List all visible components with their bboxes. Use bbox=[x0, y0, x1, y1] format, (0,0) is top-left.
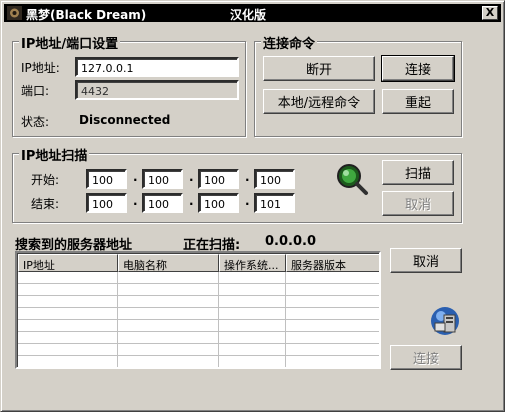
column-computer-name[interactable]: 电脑名称 bbox=[118, 254, 219, 272]
scan-button[interactable]: 扫描 bbox=[382, 160, 454, 185]
end-ip-octet-1[interactable]: 100 bbox=[86, 193, 127, 213]
start-ip-sep-3: . bbox=[245, 170, 250, 184]
server-list-header: IP地址 电脑名称 操作系统... 服务器版本 bbox=[18, 254, 379, 272]
magnifier-scan-icon bbox=[337, 164, 368, 195]
scan-cancel-button[interactable]: 取消 bbox=[382, 191, 454, 216]
status-value: Disconnected bbox=[79, 113, 171, 127]
ip-port-settings-group: IP地址/端口设置 IP地址: 127.0.0.1 端口: 4432 状态: D… bbox=[12, 33, 246, 137]
server-list[interactable]: IP地址 电脑名称 操作系统... 服务器版本 bbox=[15, 251, 381, 369]
ip-address-field[interactable]: 127.0.0.1 bbox=[75, 57, 239, 77]
end-ip-sep-3: . bbox=[245, 194, 250, 208]
scanning-ip-value: 0.0.0.0 bbox=[265, 234, 316, 249]
start-ip-octet-4[interactable]: 100 bbox=[254, 169, 295, 189]
end-ip-sep-2: . bbox=[189, 194, 194, 208]
column-server-version[interactable]: 服务器版本 bbox=[286, 254, 379, 272]
start-ip-octet-3[interactable]: 100 bbox=[198, 169, 239, 189]
ip-label: IP地址: bbox=[21, 61, 60, 75]
app-window: 黑梦(Black Dream) 汉化版 X IP地址/端口设置 IP地址: 12… bbox=[0, 0, 505, 412]
restart-button[interactable]: 重起 bbox=[382, 89, 454, 114]
window-title: 黑梦(Black Dream) bbox=[26, 8, 147, 22]
start-ip-sep-1: . bbox=[133, 170, 138, 184]
connect-commands-title: 连接命令 bbox=[261, 33, 318, 52]
results-connect-button[interactable]: 连接 bbox=[390, 345, 462, 370]
server-list-grid bbox=[18, 272, 379, 367]
ip-scan-title: IP地址扫描 bbox=[19, 145, 90, 164]
scan-end-label: 结束: bbox=[31, 197, 60, 211]
port-label: 端口: bbox=[21, 84, 50, 98]
port-field[interactable]: 4432 bbox=[75, 80, 239, 100]
end-ip-sep-1: . bbox=[133, 194, 138, 208]
close-button[interactable]: X bbox=[482, 6, 498, 20]
disconnect-button[interactable]: 断开 bbox=[263, 56, 375, 81]
black-dream-app-icon bbox=[7, 6, 22, 20]
end-ip-octet-4[interactable]: 101 bbox=[254, 193, 295, 213]
start-ip-octet-1[interactable]: 100 bbox=[86, 169, 127, 189]
local-remote-command-button[interactable]: 本地/远程命令 bbox=[263, 89, 375, 114]
column-os[interactable]: 操作系统... bbox=[219, 254, 286, 272]
connect-button[interactable]: 连接 bbox=[381, 55, 455, 82]
column-ip-address[interactable]: IP地址 bbox=[18, 254, 118, 272]
end-ip-octet-2[interactable]: 100 bbox=[142, 193, 183, 213]
title-bar[interactable]: 黑梦(Black Dream) 汉化版 X bbox=[4, 4, 501, 22]
scan-start-label: 开始: bbox=[31, 173, 60, 187]
server-computer-icon bbox=[431, 307, 459, 335]
start-ip-octet-2[interactable]: 100 bbox=[142, 169, 183, 189]
window-subtitle: 汉化版 bbox=[230, 8, 267, 22]
end-ip-octet-3[interactable]: 100 bbox=[198, 193, 239, 213]
results-cancel-button[interactable]: 取消 bbox=[390, 248, 462, 273]
ip-port-settings-title: IP地址/端口设置 bbox=[19, 33, 121, 52]
status-label: 状态: bbox=[21, 115, 50, 129]
start-ip-sep-2: . bbox=[189, 170, 194, 184]
